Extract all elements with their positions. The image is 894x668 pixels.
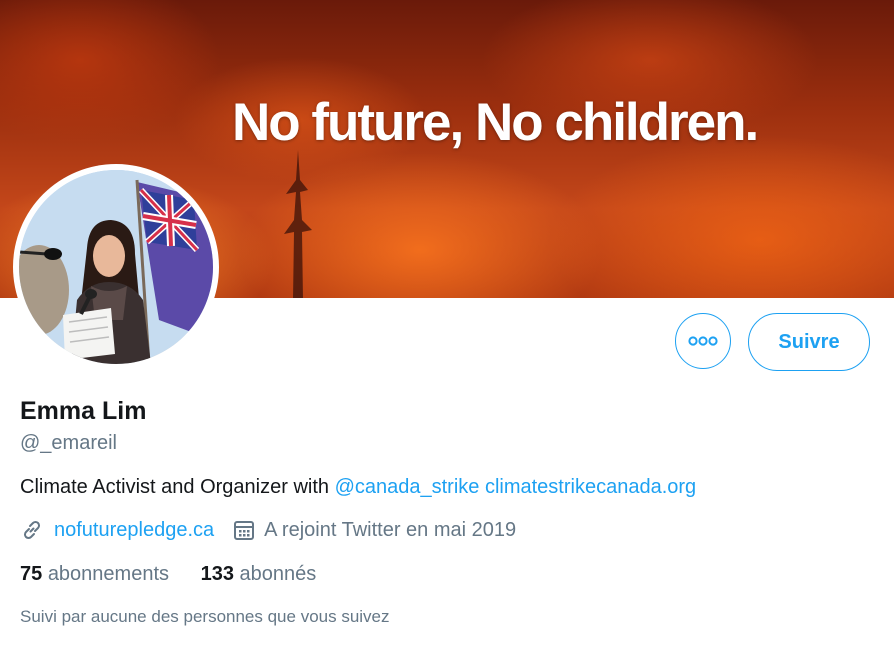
profile-meta: nofuturepledge.ca A rejoint Twitter en m…: [20, 518, 516, 542]
follow-button[interactable]: Suivre: [748, 313, 870, 371]
profile-name: Emma Lim: [20, 397, 147, 425]
avatar-photo: [19, 170, 213, 364]
bio-mention-link[interactable]: @canada_strike: [335, 476, 480, 498]
profile-website-link[interactable]: nofuturepledge.ca: [54, 519, 214, 542]
following-count: 75: [20, 563, 43, 585]
tree-silhouette: [284, 150, 312, 298]
following-link[interactable]: 75 abonnements: [20, 563, 169, 585]
followed-by-text: Suivi par aucune des personnes que vous …: [20, 607, 390, 626]
followers-count: 133: [200, 563, 234, 585]
following-label: abonnements: [47, 563, 170, 585]
more-horizontal-icon: [688, 336, 718, 346]
avatar[interactable]: [13, 164, 219, 370]
followers-label: abonnés: [239, 563, 317, 585]
followers-link[interactable]: 133 abonnés: [201, 563, 317, 585]
bio-website-link[interactable]: climatestrikecanada.org: [485, 476, 696, 498]
joined-date: A rejoint Twitter en mai 2019: [264, 518, 517, 541]
profile-handle: @_emareil: [20, 432, 118, 454]
profile-bio: Climate Activist and Organizer with @can…: [20, 476, 696, 499]
more-options-button[interactable]: [675, 313, 731, 369]
banner-headline: No future, No children.: [232, 93, 759, 152]
avatar-illustration: [19, 170, 213, 364]
bio-text: Climate Activist and Organizer with: [20, 476, 335, 498]
calendar-icon: [234, 521, 255, 540]
link-icon: [23, 520, 41, 540]
profile-stats: 75 abonnements 133 abonnés: [20, 563, 316, 586]
